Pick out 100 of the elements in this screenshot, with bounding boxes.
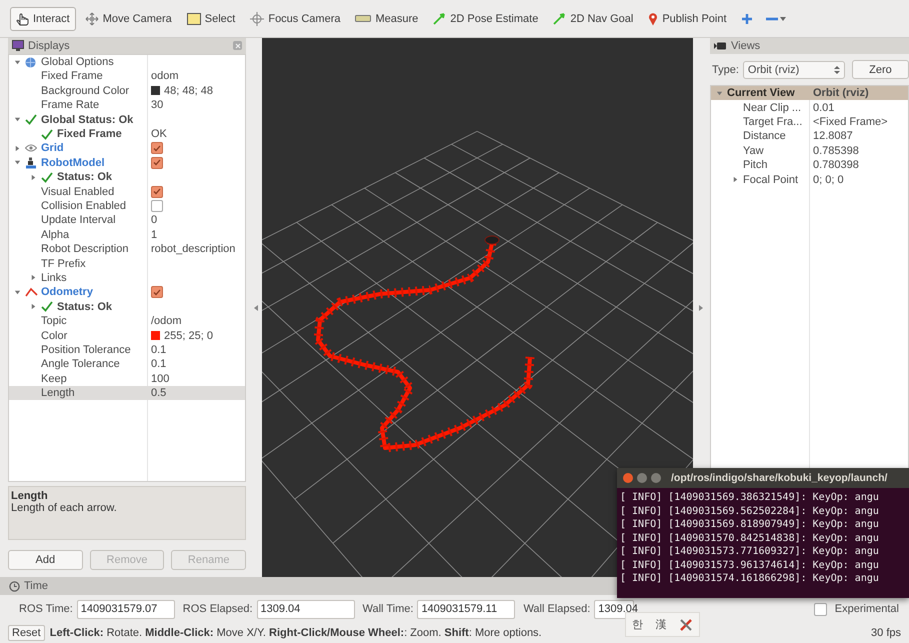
panel-title: Views: [731, 40, 762, 52]
log-line: [ INFO] [1409031570.842514838]: KeyOp: angu: [620, 532, 880, 545]
input-method-button[interactable]: 한: [632, 617, 644, 632]
tool-button[interactable]: Focus Camera: [244, 6, 346, 30]
caret-icon[interactable]: [14, 116, 20, 124]
check-icon: [41, 301, 53, 312]
property-name: Distance: [743, 130, 786, 142]
zero-button[interactable]: Zero: [852, 60, 909, 79]
property-value: odom: [151, 70, 179, 82]
caret-icon[interactable]: [14, 159, 20, 166]
tool-button[interactable]: Select: [180, 6, 242, 30]
tree-row[interactable]: Angle Tolerance 0.1: [9, 357, 245, 372]
minimize-button[interactable]: [637, 473, 647, 483]
tree-row[interactable]: RobotModel: [9, 156, 245, 170]
caret-icon[interactable]: [732, 176, 738, 184]
time-field[interactable]: 1309.04: [256, 600, 354, 618]
tree-row[interactable]: Visual Enabled: [9, 184, 245, 199]
tree-row[interactable]: Frame Rate 30: [9, 98, 245, 112]
property-name: Target Fra...: [743, 116, 802, 128]
tree-row[interactable]: Near Clip ... 0.01: [711, 100, 908, 115]
checkbox[interactable]: [151, 156, 163, 169]
tree-row[interactable]: Color 255; 25; 0: [9, 328, 245, 343]
tree-row[interactable]: Fixed Frame OK: [9, 126, 245, 142]
property-value: 0.01: [813, 102, 834, 114]
tool-button[interactable]: Publish Point: [642, 6, 733, 30]
tree-row[interactable]: Current View Orbit (rviz): [711, 86, 908, 100]
time-field[interactable]: 1409031579.11: [417, 600, 516, 618]
caret-icon[interactable]: [14, 144, 20, 152]
tree-row[interactable]: Alpha 1: [9, 228, 245, 242]
tree-row[interactable]: Global Options: [9, 54, 245, 70]
caret-icon[interactable]: [30, 303, 36, 310]
time-field[interactable]: 1409031579.07: [76, 600, 175, 618]
tree-row[interactable]: Topic /odom: [9, 314, 245, 328]
tree-row[interactable]: Robot Description robot_description: [9, 242, 245, 256]
tree-row[interactable]: Links: [9, 270, 245, 286]
tree-row[interactable]: Distance 12.8087: [711, 129, 908, 144]
reset-button[interactable]: Reset: [8, 625, 45, 641]
select-icon: [186, 12, 201, 24]
caret-icon: [780, 16, 786, 20]
caret-icon[interactable]: [14, 58, 20, 66]
tree-row[interactable]: Odometry: [9, 285, 245, 300]
log-line: [ INFO] [1409031573.771609327]: KeyOp: angu: [620, 545, 880, 558]
tree-row[interactable]: Keep 100: [9, 372, 245, 386]
collapse-arrow-icon[interactable]: [254, 304, 258, 310]
tree-row[interactable]: Update Interval 0: [9, 213, 245, 228]
collapse-arrow-icon[interactable]: [698, 304, 702, 310]
tree-row[interactable]: Length 0.5: [9, 386, 245, 400]
maximize-button[interactable]: [651, 473, 661, 483]
checkbox[interactable]: [151, 142, 163, 154]
tool-button[interactable]: Measure: [349, 6, 424, 30]
tools-icon[interactable]: [678, 618, 693, 632]
tree-row[interactable]: Position Tolerance 0.1: [9, 342, 245, 358]
tool-button[interactable]: 2D Pose Estimate: [427, 6, 544, 30]
panel-title: Displays: [28, 40, 71, 52]
tree-row[interactable]: Pitch 0.780398: [711, 158, 908, 172]
check-icon: [25, 114, 37, 126]
property-name: Pitch: [743, 159, 768, 172]
tool-button[interactable]: Interact: [10, 6, 76, 30]
close-button[interactable]: [623, 473, 633, 483]
tree-row[interactable]: Global Status: Ok: [9, 112, 245, 127]
property-name: Status: Ok: [57, 171, 112, 184]
property-name: Fixed Frame: [57, 128, 122, 140]
tree-row[interactable]: Fixed Frame odom: [9, 69, 245, 84]
caret-icon[interactable]: [716, 90, 722, 97]
checkbox[interactable]: [151, 200, 163, 212]
panel-button[interactable]: Add: [8, 550, 83, 570]
fps-text: 30 fps: [871, 627, 901, 639]
tree-row[interactable]: Grid: [9, 141, 245, 156]
checkbox[interactable]: [151, 186, 163, 198]
checkbox-label: Experimental: [834, 603, 899, 615]
clock-icon: [9, 580, 20, 592]
property-value: 0: [151, 214, 158, 226]
tree-row[interactable]: Status: Ok: [9, 300, 245, 314]
property-value: 0.780398: [813, 159, 859, 172]
view-type-dropdown[interactable]: Orbit (rviz): [742, 60, 845, 78]
tree-row[interactable]: Collision Enabled: [9, 198, 245, 214]
hand-icon: [16, 12, 29, 26]
tree-row[interactable]: Status: Ok: [9, 170, 245, 184]
tree-row[interactable]: TF Prefix: [9, 256, 245, 271]
caret-icon[interactable]: [14, 288, 20, 296]
property-value: <Fixed Frame>: [813, 116, 888, 128]
checkbox[interactable]: [814, 602, 827, 616]
plus-icon: [740, 12, 753, 24]
property-value: 30: [151, 99, 164, 112]
tool-button[interactable]: 2D Nav Goal: [547, 6, 640, 30]
property-name: Status: Ok: [57, 300, 112, 313]
tree-row[interactable]: Background Color 48; 48; 48: [9, 84, 245, 98]
property-value: 100: [151, 372, 170, 385]
monitor-icon: [12, 40, 24, 52]
checkbox[interactable]: [151, 286, 163, 298]
property-value: 255; 25; 0: [164, 330, 213, 342]
caret-icon[interactable]: [30, 274, 36, 282]
tool-button[interactable]: Move Camera: [78, 6, 178, 30]
property-name: Global Status: Ok: [41, 114, 134, 126]
property-name: Topic: [41, 315, 67, 328]
tree-row[interactable]: Focal Point 0; 0; 0: [711, 172, 908, 187]
tree-row[interactable]: Yaw 0.785398: [711, 144, 908, 158]
tree-row[interactable]: Target Fra... <Fixed Frame>: [711, 114, 908, 130]
input-method-button[interactable]: 漢: [655, 617, 666, 632]
caret-icon[interactable]: [30, 174, 36, 181]
